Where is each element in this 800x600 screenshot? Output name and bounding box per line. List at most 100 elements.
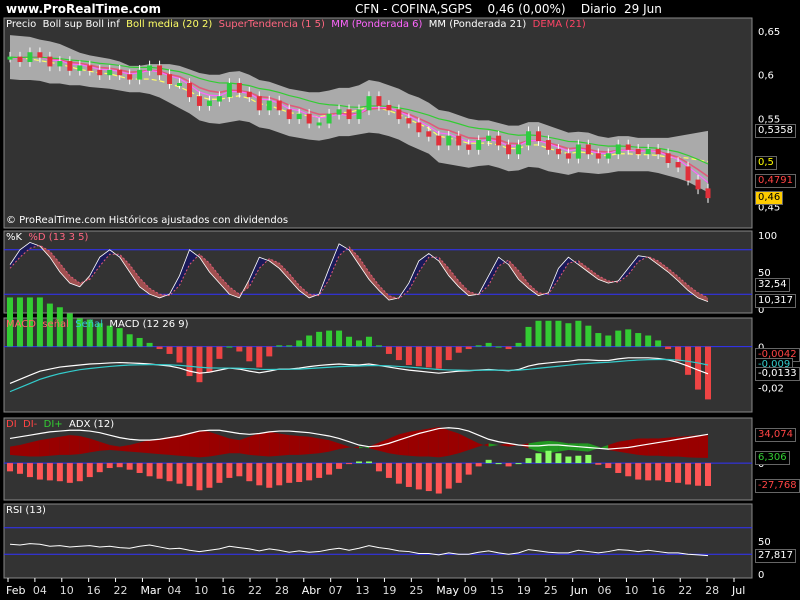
candle: [535, 131, 541, 142]
di-fill: [658, 437, 669, 457]
x-tick-label: 22: [248, 584, 262, 597]
x-tick-label: 19: [382, 584, 396, 597]
macd-histogram-bar: [445, 346, 452, 361]
macd-histogram-bar: [455, 346, 462, 353]
di-fill: [219, 435, 230, 455]
macd-histogram-bar: [395, 346, 402, 361]
x-tick-label: 16: [651, 584, 665, 597]
value-tag: 32,54: [755, 277, 790, 292]
candle: [426, 131, 432, 137]
di-histogram-bar: [326, 463, 333, 475]
di-histogram-bar: [266, 463, 273, 488]
di-histogram-bar: [465, 463, 472, 475]
candle: [575, 144, 581, 159]
macd-histogram-bar: [615, 330, 622, 347]
di-histogram-bar: [695, 463, 702, 486]
y-tick-label: 100: [758, 231, 777, 242]
candle: [446, 135, 452, 146]
value-tag: 27,817: [755, 548, 796, 563]
value-tag: 0,5358: [755, 124, 796, 139]
di-fill: [19, 442, 30, 457]
di-histogram-bar: [56, 463, 63, 482]
y-tick-label: 0,65: [758, 27, 780, 38]
di-fill: [638, 438, 649, 456]
candle: [506, 144, 512, 155]
macd-histogram-bar: [375, 345, 382, 347]
di-histogram-bar: [106, 463, 113, 469]
candle: [177, 82, 183, 86]
di-histogram-bar: [495, 463, 502, 465]
legend-item: Boll sup Boll inf: [36, 19, 120, 30]
macd-histogram-bar: [276, 345, 283, 347]
di-histogram-bar: [445, 463, 452, 489]
di-histogram-bar: [365, 461, 372, 464]
di-histogram-bar: [216, 463, 223, 483]
candle: [37, 52, 43, 58]
candle: [246, 91, 252, 98]
di-fill: [69, 435, 80, 455]
candle: [236, 82, 242, 93]
x-tick-label: Abr: [302, 584, 322, 597]
candle: [346, 109, 352, 120]
candle: [27, 52, 33, 63]
rsi-legend: RSI (13): [6, 505, 46, 516]
legend-item: DI+: [37, 419, 63, 430]
di-histogram-bar: [236, 463, 243, 477]
y-tick-label: 0,6: [758, 71, 774, 82]
di-histogram-bar: [336, 463, 343, 469]
x-tick-label: 13: [356, 584, 370, 597]
di-histogram-bar: [276, 463, 283, 486]
di-fill: [79, 435, 90, 455]
macd-histogram-bar: [176, 346, 183, 363]
di-histogram-bar: [296, 463, 303, 483]
di-histogram-bar: [605, 463, 612, 469]
candle: [685, 166, 691, 181]
legend-item: SuperTendencia (1 5): [212, 19, 325, 30]
value-tag: 34,074: [755, 428, 796, 443]
macd-histogram-bar: [525, 326, 532, 347]
di-fill: [249, 433, 260, 456]
macd-histogram-bar: [306, 335, 313, 347]
candle: [77, 65, 83, 71]
macd-histogram-bar: [435, 346, 442, 369]
legend-item: MACD: [6, 319, 36, 330]
di-histogram-bar: [415, 463, 422, 490]
adx-legend: DI DI- DI+ ADX (12): [6, 419, 114, 430]
di-fill: [438, 426, 449, 458]
x-tick-label: 15: [490, 584, 504, 597]
candle: [555, 148, 561, 155]
legend-item: MM (Ponderada 21): [422, 19, 527, 30]
legend-item: señal: [35, 319, 69, 330]
di-histogram-bar: [116, 463, 123, 468]
macd-histogram-bar: [425, 346, 432, 368]
macd-histogram-bar: [405, 346, 412, 365]
chart-canvas[interactable]: 0,650,60,550,50,451005000-0,020500Feb041…: [0, 0, 800, 600]
di-histogram-bar: [156, 463, 163, 479]
x-tick-label: 10: [624, 584, 638, 597]
x-tick-label: 25: [409, 584, 423, 597]
di-fill: [428, 426, 439, 458]
di-fill: [279, 433, 290, 456]
x-tick-label: 16: [87, 584, 101, 597]
x-tick-label: 22: [114, 584, 128, 597]
value-tag: 0,4791: [755, 173, 796, 188]
di-fill: [319, 438, 330, 454]
di-histogram-bar: [555, 453, 562, 464]
di-histogram-bar: [286, 463, 293, 483]
legend-item: %D (13 3 5): [22, 232, 89, 243]
candle: [486, 135, 492, 142]
di-histogram-bar: [435, 463, 442, 494]
di-histogram-bar: [575, 455, 582, 464]
price-legend: Precio Boll sup Boll inf Boll media (20 …: [6, 19, 586, 30]
candle: [167, 74, 173, 84]
macd-legend: MACD señal Señal MACD (12 26 9): [6, 319, 189, 330]
macd-histogram-bar: [146, 342, 153, 347]
macd-histogram-bar: [465, 346, 472, 350]
di-fill: [179, 433, 190, 457]
macd-histogram-bar: [256, 346, 263, 368]
di-histogram-bar: [76, 463, 83, 482]
macd-histogram-bar: [635, 333, 642, 347]
macd-histogram-bar: [246, 346, 253, 362]
candle: [625, 144, 631, 150]
candle: [137, 69, 143, 80]
